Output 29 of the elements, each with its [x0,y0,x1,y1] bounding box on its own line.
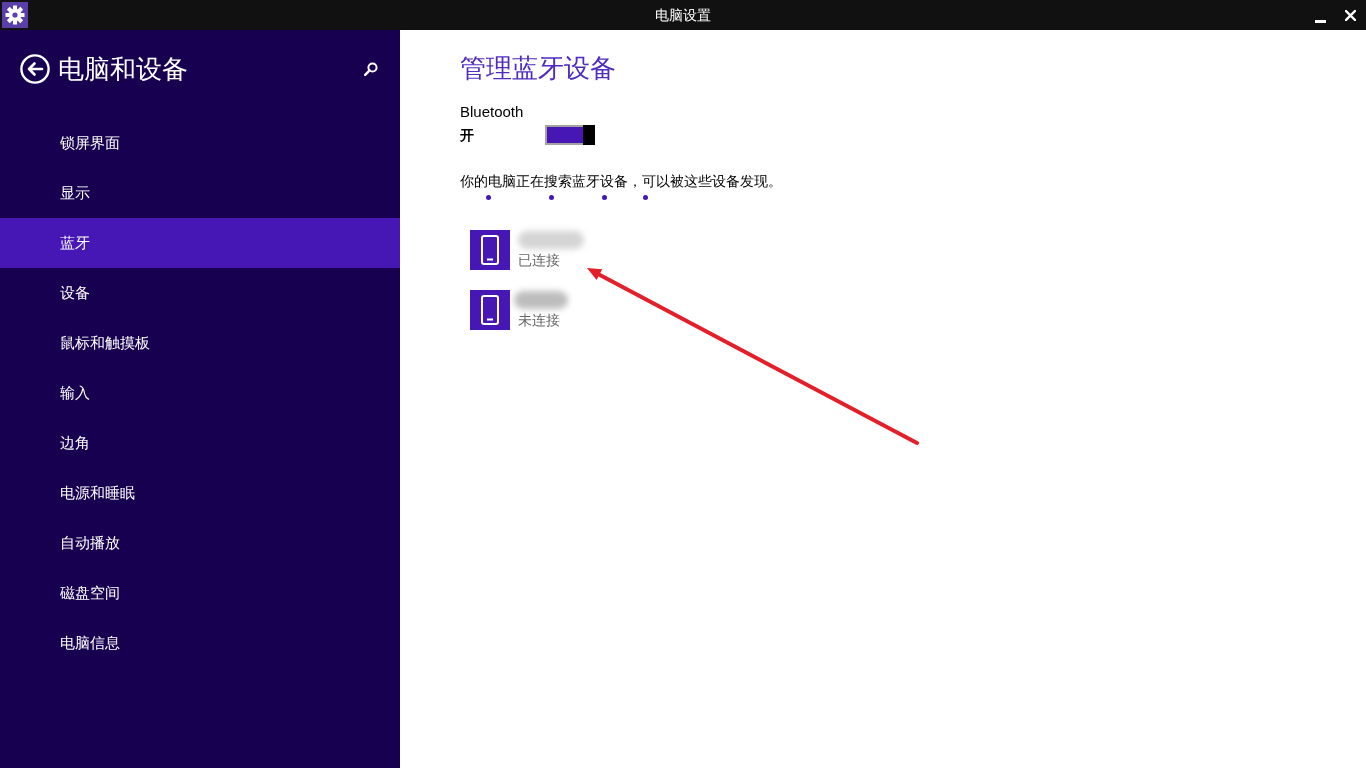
blurred-name [518,231,584,249]
sidebar-item[interactable]: 磁盘空间 [0,568,400,618]
device-status: 未连接 [518,311,561,330]
bluetooth-label: Bluetooth [460,102,524,122]
sidebar-item[interactable]: 蓝牙 [0,218,400,268]
sidebar-item[interactable]: 鼠标和触摸板 [0,318,400,368]
phone-icon [470,230,510,270]
back-button[interactable] [20,54,50,84]
sidebar-item[interactable]: 电脑信息 [0,618,400,668]
sidebar-item[interactable]: 锁屏界面 [0,118,400,168]
search-status-text: 你的电脑正在搜索蓝牙设备，可以被这些设备发现。 [460,172,782,191]
close-icon [1344,9,1356,21]
page-heading: 管理蓝牙设备 [460,52,616,85]
sidebar-item[interactable]: 设备 [0,268,400,318]
phone-icon [470,290,510,330]
device-status: 已连接 [518,251,561,270]
window-title: 电脑设置 [655,6,711,25]
sidebar-item[interactable]: 电源和睡眠 [0,468,400,518]
toggle-switch[interactable] [545,125,595,145]
toggle-state-label: 开 [460,126,475,145]
sidebar-item[interactable]: 显示 [0,168,400,218]
sidebar-item[interactable]: 自动播放 [0,518,400,568]
gear-icon [2,2,28,28]
minimize-icon [1314,19,1326,23]
sidebar-item[interactable]: 边角 [0,418,400,468]
sidebar-item[interactable]: 输入 [0,368,400,418]
search-icon [364,62,378,76]
blurred-name [514,291,568,309]
sidebar-title: 电脑和设备 [58,53,188,86]
